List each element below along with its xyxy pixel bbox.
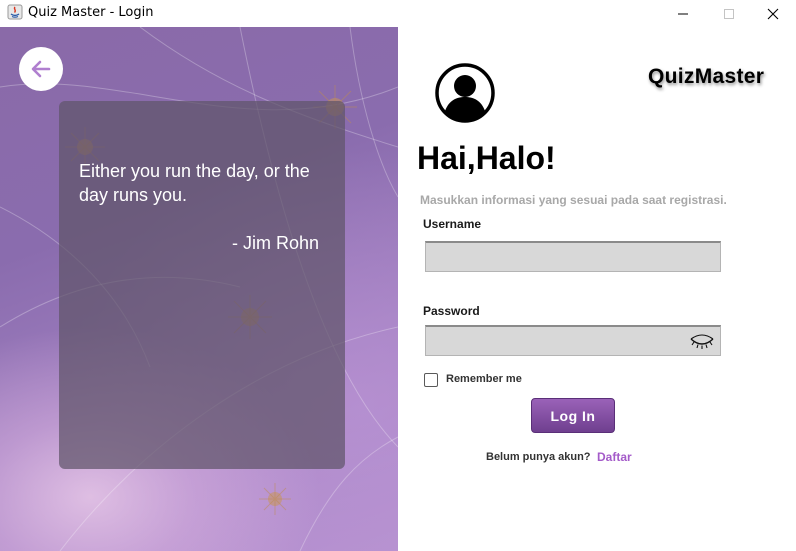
maximize-button[interactable] bbox=[706, 0, 752, 27]
form-subtitle: Masukkan informasi yang sesuai pada saat… bbox=[420, 193, 727, 207]
username-label: Username bbox=[423, 217, 482, 231]
brand-logo: QuizMaster bbox=[648, 65, 765, 88]
title-bar: Quiz Master - Login bbox=[0, 0, 796, 27]
user-avatar-icon bbox=[435, 63, 495, 123]
username-input[interactable] bbox=[426, 243, 720, 271]
minimize-button[interactable] bbox=[660, 0, 706, 27]
login-window: Quiz Master - Login Either you run the d… bbox=[0, 0, 796, 551]
username-field-container bbox=[425, 241, 721, 272]
quote-text: Either you run the day, or the day runs … bbox=[79, 161, 310, 205]
login-form-panel: QuizMaster Hai,Halo! Masukkan informasi … bbox=[398, 27, 796, 551]
window-title: Quiz Master - Login bbox=[28, 5, 154, 20]
quote-card: Either you run the day, or the day runs … bbox=[59, 101, 345, 469]
maximize-icon bbox=[724, 8, 734, 19]
close-button[interactable] bbox=[750, 0, 796, 27]
greeting-heading: Hai,Halo! bbox=[417, 140, 556, 176]
back-button[interactable] bbox=[19, 47, 63, 91]
remember-me-checkbox[interactable] bbox=[424, 373, 438, 387]
java-app-icon bbox=[7, 4, 23, 20]
password-input[interactable] bbox=[426, 327, 720, 355]
arrow-left-icon bbox=[31, 60, 51, 78]
quote-author: - Jim Rohn bbox=[231, 233, 319, 253]
minimize-icon bbox=[678, 13, 688, 14]
login-button[interactable]: Log In bbox=[531, 398, 615, 433]
password-label: Password bbox=[423, 304, 480, 318]
password-field-container bbox=[425, 325, 721, 356]
signup-link[interactable]: Daftar bbox=[597, 450, 632, 464]
close-icon bbox=[767, 8, 779, 19]
remember-me-label[interactable]: Remember me bbox=[446, 373, 522, 385]
eye-closed-icon[interactable] bbox=[690, 333, 714, 351]
quote-panel: Either you run the day, or the day runs … bbox=[0, 27, 398, 551]
signup-prompt: Belum punya akun? bbox=[486, 451, 591, 463]
